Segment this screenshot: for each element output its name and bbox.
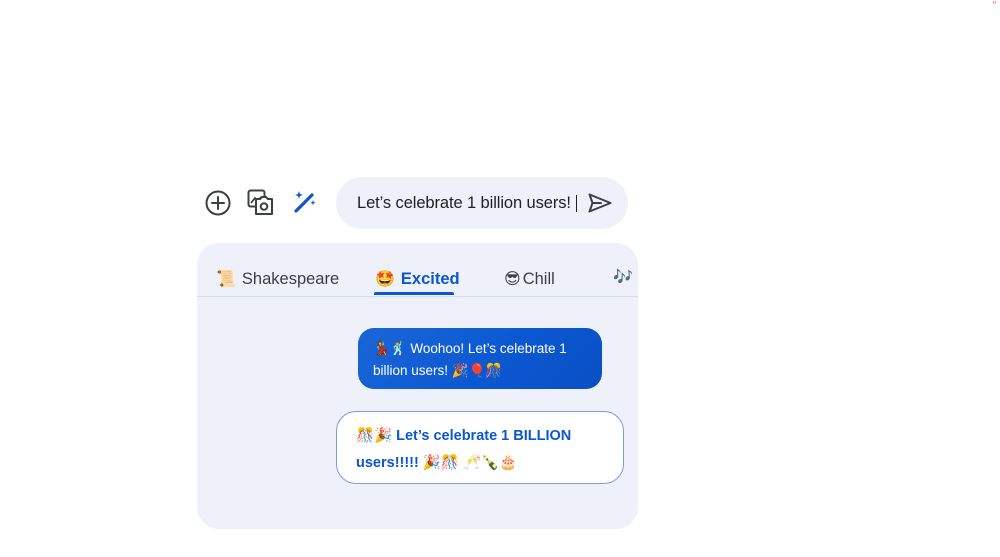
suggestion-chip-outline[interactable]: 🎊🎉 Let’s celebrate 1 BILLION users!!!!! …	[336, 411, 624, 484]
smart-reply-panel: 📜 Shakespeare 🤩 Excited 😎 Chill 🎶 💃🕺 Woo…	[197, 243, 638, 529]
star-struck-icon: 🤩	[375, 270, 395, 288]
scroll-icon: 📜	[216, 270, 236, 288]
sunglasses-icon: 😎	[504, 270, 521, 288]
send-icon	[588, 193, 612, 213]
tab-excited[interactable]: 🤩 Excited	[375, 270, 460, 289]
tab-music[interactable]: 🎶	[613, 270, 633, 286]
compose-input[interactable]: Let’s celebrate 1 billion users!	[336, 177, 628, 229]
add-circle-icon[interactable]	[202, 187, 234, 219]
tab-label: Chill	[522, 270, 555, 288]
music-notes-icon: 🎶	[613, 269, 633, 286]
suggestion-chip-primary[interactable]: 💃🕺 Woohoo! Let’s celebrate 1 billion use…	[358, 328, 602, 389]
selected-tab-indicator	[374, 292, 454, 295]
magic-wand-icon[interactable]	[288, 186, 320, 218]
tab-label: Shakespeare	[241, 270, 340, 288]
compose-text: Let’s celebrate 1 billion users!	[357, 193, 571, 212]
tab-label: Excited	[400, 270, 460, 288]
corner-mark: "	[992, 0, 996, 10]
photo-gallery-icon[interactable]	[245, 187, 277, 219]
tone-tabs: 📜 Shakespeare 🤩 Excited 😎 Chill 🎶	[197, 243, 638, 297]
tab-chill[interactable]: 😎 Chill	[504, 270, 555, 289]
tab-shakespeare[interactable]: 📜 Shakespeare	[216, 270, 339, 289]
send-button[interactable]	[586, 190, 614, 216]
text-caret	[575, 194, 578, 212]
